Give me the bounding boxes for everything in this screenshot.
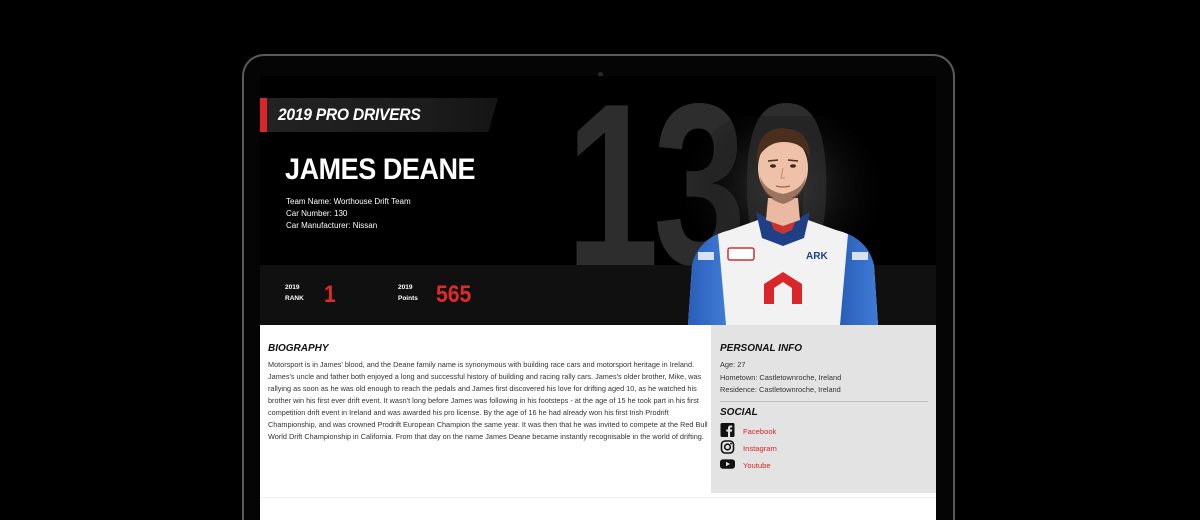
points-value: 565 [436, 281, 472, 308]
driver-photo: ARK [683, 116, 883, 325]
section-banner: 2019 PRO DRIVERS [260, 98, 498, 132]
driver-hero: 130 2019 PRO DRIVERS JAMES DEANE Team Na… [260, 76, 936, 325]
biography-heading: BIOGRAPHY [268, 343, 329, 354]
rank-year: 2019 [285, 284, 300, 291]
section-title: 2019 PRO DRIVERS [278, 105, 421, 124]
content-bottom-rule [260, 497, 936, 498]
rank-label: RANK [285, 295, 304, 302]
car-number: Car Number: 130 [286, 209, 348, 218]
residence: Residence: Castletownroche, Ireland [720, 385, 841, 394]
hometown: Hometown: Castletownroche, Ireland [720, 372, 842, 382]
age: Age: 27 [720, 360, 746, 369]
points-label: Points [398, 295, 418, 302]
social-facebook[interactable]: Facebook [720, 423, 928, 440]
rank-value: 1 [324, 281, 336, 308]
banner-accent-bar [260, 98, 267, 132]
driver-name: JAMES DEANE [285, 153, 476, 186]
social-section: SOCIAL Facebook Instagram Youtube [720, 407, 928, 474]
youtube-icon [720, 459, 735, 469]
personal-info: PERSONAL INFO Age: 27 Hometown: Castleto… [720, 343, 928, 397]
biography-text: Motorsport is in James' blood, and the D… [268, 360, 708, 441]
svg-text:ARK: ARK [806, 251, 828, 262]
personal-info-heading: PERSONAL INFO [720, 343, 803, 354]
youtube-link[interactable]: Youtube [743, 461, 771, 470]
facebook-icon [720, 423, 735, 437]
instagram-link[interactable]: Instagram [743, 444, 777, 453]
team-name: Team Name: Worthouse Drift Team [286, 197, 411, 206]
driver-content: BIOGRAPHY Motorsport is in James' blood,… [260, 325, 936, 520]
social-heading: SOCIAL [720, 407, 758, 418]
car-manufacturer: Car Manufacturer: Nissan [286, 221, 378, 230]
points-year: 2019 [398, 284, 413, 291]
screen: 130 2019 PRO DRIVERS JAMES DEANE Team Na… [260, 76, 936, 520]
instagram-icon [720, 440, 735, 454]
facebook-link[interactable]: Facebook [743, 427, 776, 436]
sidebar: PERSONAL INFO Age: 27 Hometown: Castleto… [711, 325, 936, 493]
biography-section: BIOGRAPHY Motorsport is in James' blood,… [268, 343, 708, 443]
sidebar-divider [720, 401, 928, 402]
social-youtube[interactable]: Youtube [720, 457, 928, 474]
social-instagram[interactable]: Instagram [720, 440, 928, 457]
